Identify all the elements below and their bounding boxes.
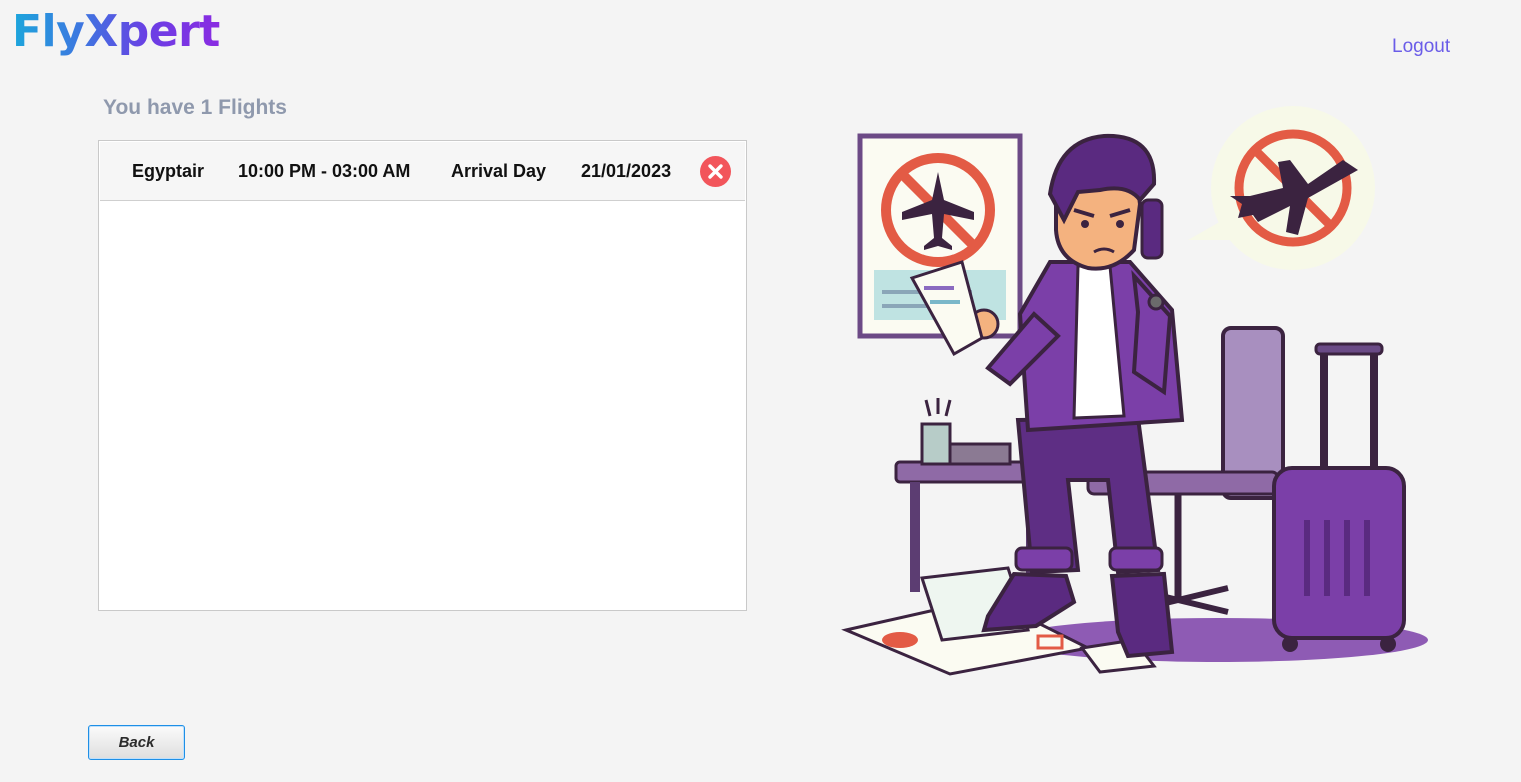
delete-flight-button[interactable] bbox=[700, 156, 731, 187]
logout-link[interactable]: Logout bbox=[1392, 36, 1450, 58]
flight-date: 21/01/2023 bbox=[581, 161, 672, 181]
cancelled-flight-illustration bbox=[841, 106, 1428, 676]
flight-airline: Egyptair bbox=[132, 161, 205, 181]
close-circle-icon bbox=[708, 164, 723, 179]
back-button[interactable]: Back bbox=[88, 725, 185, 760]
flights-count-heading: You have 1 Flights bbox=[103, 96, 287, 119]
flight-day-label: Arrival Day bbox=[451, 161, 547, 181]
app-logo: FlyXpert bbox=[12, 2, 220, 62]
flight-list: Egyptair 10:00 PM - 03:00 AM Arrival Day… bbox=[98, 140, 747, 611]
flight-time: 10:00 PM - 03:00 AM bbox=[238, 161, 411, 181]
flight-row: Egyptair 10:00 PM - 03:00 AM Arrival Day… bbox=[100, 142, 745, 201]
